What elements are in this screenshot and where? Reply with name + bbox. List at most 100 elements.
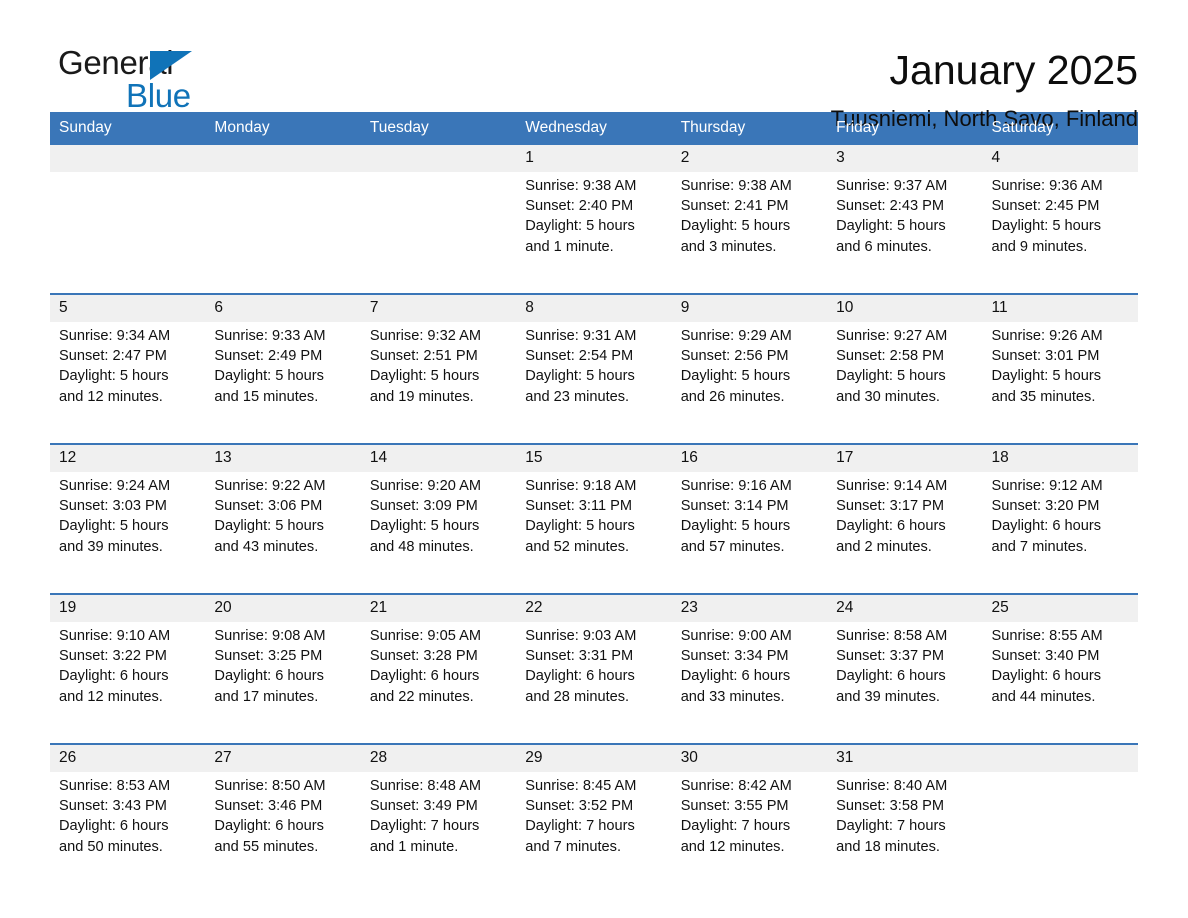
day-number[interactable]: 18 (982, 443, 1138, 472)
daylight-text-line1: Daylight: 7 hours (525, 818, 635, 835)
day-cell: Sunrise: 9:18 AM Sunset: 3:11 PM Dayligh… (516, 472, 672, 584)
daylight-text-line1: Daylight: 7 hours (369, 818, 480, 835)
daylight-text-line1: Daylight: 5 hours (991, 218, 1102, 235)
day-number[interactable]: 16 (671, 443, 828, 472)
day-number[interactable]: 13 (205, 443, 361, 472)
daylight-text-line2: and 22 minutes. (369, 688, 474, 705)
daylight-text-line2: and 7 minutes. (991, 538, 1088, 555)
sunset-text: Sunset: 2:45 PM (991, 198, 1100, 215)
calendar-body: 1 2 3 4 Sunrise: 9:38 AM Sunset: 2:40 PM… (50, 145, 1138, 884)
daylight-text-line2: and 28 minutes. (525, 688, 630, 705)
sunrise-text: Sunrise: 9:22 AM (214, 478, 326, 494)
sunrise-text: Sunrise: 8:40 AM (836, 778, 948, 794)
day-number[interactable]: 12 (50, 443, 206, 472)
day-number[interactable]: 21 (360, 593, 517, 622)
week-detail-row: Sunrise: 8:53 AM Sunset: 3:43 PM Dayligh… (50, 772, 1138, 884)
day-cell (50, 172, 206, 284)
daylight-text-line2: and 39 minutes. (836, 688, 940, 705)
day-number[interactable]: 20 (205, 593, 361, 622)
day-cell: Sunrise: 9:34 AM Sunset: 2:47 PM Dayligh… (50, 322, 206, 434)
daylight-text-line2: and 2 minutes. (836, 538, 932, 555)
day-cell (205, 172, 361, 284)
daylight-text-line1: Daylight: 6 hours (214, 818, 324, 835)
week-detail-row: Sunrise: 9:24 AM Sunset: 3:03 PM Dayligh… (50, 472, 1138, 584)
day-number (205, 145, 361, 172)
daylight-text-line1: Daylight: 5 hours (680, 518, 791, 535)
day-cell: Sunrise: 9:24 AM Sunset: 3:03 PM Dayligh… (50, 472, 206, 584)
week-spacer (50, 734, 1138, 744)
day-cell: Sunrise: 8:45 AM Sunset: 3:52 PM Dayligh… (516, 772, 672, 884)
daylight-text-line1: Daylight: 5 hours (59, 518, 169, 535)
sunset-text: Sunset: 3:01 PM (991, 348, 1100, 365)
sunset-text: Sunset: 3:25 PM (214, 648, 323, 665)
day-number[interactable]: 8 (516, 293, 672, 322)
day-cell: Sunrise: 9:14 AM Sunset: 3:17 PM Dayligh… (827, 472, 983, 584)
day-number[interactable]: 26 (50, 743, 206, 772)
day-number[interactable]: 31 (827, 743, 983, 772)
day-number[interactable]: 11 (982, 293, 1138, 322)
sunset-text: Sunset: 2:49 PM (214, 348, 323, 365)
daylight-text-line2: and 50 minutes. (59, 838, 163, 855)
day-number[interactable]: 2 (671, 145, 828, 172)
day-number[interactable]: 3 (827, 145, 983, 172)
daylight-text-line2: and 12 minutes. (59, 388, 163, 405)
page-title: January 2025 (889, 47, 1138, 93)
day-number[interactable]: 1 (516, 145, 672, 172)
day-number[interactable]: 7 (360, 293, 517, 322)
day-number[interactable]: 9 (671, 293, 828, 322)
day-cell: Sunrise: 8:40 AM Sunset: 3:58 PM Dayligh… (827, 772, 983, 884)
day-cell: Sunrise: 8:48 AM Sunset: 3:49 PM Dayligh… (360, 772, 517, 884)
sunset-text: Sunset: 2:56 PM (680, 348, 789, 365)
sunrise-text: Sunrise: 9:14 AM (836, 478, 948, 494)
daylight-text-line1: Daylight: 6 hours (59, 668, 169, 685)
daylight-text-line2: and 18 minutes. (836, 838, 940, 855)
daylight-text-line2: and 30 minutes. (836, 388, 940, 405)
daylight-text-line2: and 26 minutes. (680, 388, 785, 405)
day-number[interactable]: 22 (516, 593, 672, 622)
week-spacer (50, 284, 1138, 294)
sunset-text: Sunset: 2:40 PM (525, 198, 634, 215)
day-number[interactable]: 23 (671, 593, 828, 622)
sunrise-text: Sunrise: 9:05 AM (369, 628, 481, 644)
daylight-text-line2: and 3 minutes. (680, 238, 777, 255)
sunrise-text: Sunrise: 8:53 AM (59, 778, 171, 794)
day-number[interactable]: 4 (982, 145, 1138, 172)
day-number[interactable]: 24 (827, 593, 983, 622)
day-cell: Sunrise: 9:22 AM Sunset: 3:06 PM Dayligh… (205, 472, 361, 584)
sunrise-text: Sunrise: 8:42 AM (680, 778, 792, 794)
day-number[interactable]: 28 (360, 743, 517, 772)
day-number[interactable]: 19 (50, 593, 206, 622)
sunrise-text: Sunrise: 9:38 AM (525, 178, 637, 194)
week-spacer (50, 434, 1138, 444)
day-number (360, 145, 517, 172)
sunrise-text: Sunrise: 8:48 AM (369, 778, 481, 794)
sunset-text: Sunset: 2:41 PM (680, 198, 789, 215)
sunset-text: Sunset: 3:49 PM (369, 798, 478, 815)
sunrise-text: Sunrise: 9:18 AM (525, 478, 637, 494)
day-cell: Sunrise: 8:58 AM Sunset: 3:37 PM Dayligh… (827, 622, 983, 734)
weekday-header-sunday: Sunday (50, 112, 206, 145)
day-number[interactable]: 15 (516, 443, 672, 472)
day-number[interactable]: 14 (360, 443, 517, 472)
daylight-text-line2: and 12 minutes. (680, 838, 785, 855)
day-number[interactable]: 27 (205, 743, 361, 772)
day-cell: Sunrise: 9:26 AM Sunset: 3:01 PM Dayligh… (982, 322, 1138, 434)
daylight-text-line1: Daylight: 5 hours (59, 368, 169, 385)
day-cell: Sunrise: 9:03 AM Sunset: 3:31 PM Dayligh… (516, 622, 672, 734)
daylight-text-line1: Daylight: 5 hours (680, 368, 791, 385)
week-number-row: 26 27 28 29 30 31 (50, 743, 1138, 772)
sunrise-text: Sunrise: 9:20 AM (369, 478, 481, 494)
sunset-text: Sunset: 2:47 PM (59, 348, 167, 365)
day-number[interactable]: 6 (205, 293, 361, 322)
day-number[interactable]: 10 (827, 293, 983, 322)
day-number[interactable]: 17 (827, 443, 983, 472)
day-number[interactable]: 29 (516, 743, 672, 772)
day-cell: Sunrise: 9:31 AM Sunset: 2:54 PM Dayligh… (516, 322, 672, 434)
day-number[interactable]: 30 (671, 743, 828, 772)
daylight-text-line2: and 9 minutes. (991, 238, 1088, 255)
daylight-text-line1: Daylight: 6 hours (525, 668, 635, 685)
day-cell: Sunrise: 9:32 AM Sunset: 2:51 PM Dayligh… (360, 322, 517, 434)
daylight-text-line2: and 19 minutes. (369, 388, 474, 405)
day-number[interactable]: 5 (50, 293, 206, 322)
day-number[interactable]: 25 (982, 593, 1138, 622)
